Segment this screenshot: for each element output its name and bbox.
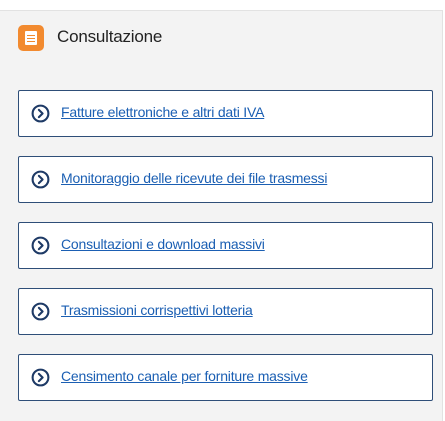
link-list: Fatture elettroniche e altri dati IVA Mo… bbox=[18, 90, 433, 420]
consultazione-panel: Consultazione Fatture elettroniche e alt… bbox=[0, 10, 443, 421]
link-fatture-elettroniche[interactable]: Fatture elettroniche e altri dati IVA bbox=[18, 90, 433, 137]
link-consultazioni-download[interactable]: Consultazioni e download massivi bbox=[18, 222, 433, 269]
link-label[interactable]: Fatture elettroniche e altri dati IVA bbox=[61, 104, 264, 120]
link-label[interactable]: Monitoraggio delle ricevute dei file tra… bbox=[61, 170, 327, 186]
link-trasmissioni-corrispettivi[interactable]: Trasmissioni corrispettivi lotteria bbox=[18, 288, 433, 335]
link-monitoraggio-ricevute[interactable]: Monitoraggio delle ricevute dei file tra… bbox=[18, 156, 433, 203]
arrow-right-circle-icon bbox=[31, 236, 50, 255]
arrow-right-circle-icon bbox=[31, 170, 50, 189]
link-label[interactable]: Consultazioni e download massivi bbox=[61, 236, 265, 252]
link-label[interactable]: Censimento canale per forniture massive bbox=[61, 368, 308, 384]
document-icon bbox=[18, 25, 44, 51]
link-label[interactable]: Trasmissioni corrispettivi lotteria bbox=[61, 302, 253, 318]
arrow-right-circle-icon bbox=[31, 302, 50, 321]
link-censimento-canale[interactable]: Censimento canale per forniture massive bbox=[18, 354, 433, 401]
arrow-right-circle-icon bbox=[31, 368, 50, 387]
panel-header: Consultazione bbox=[0, 11, 443, 61]
panel-title: Consultazione bbox=[57, 27, 163, 46]
arrow-right-circle-icon bbox=[31, 104, 50, 123]
